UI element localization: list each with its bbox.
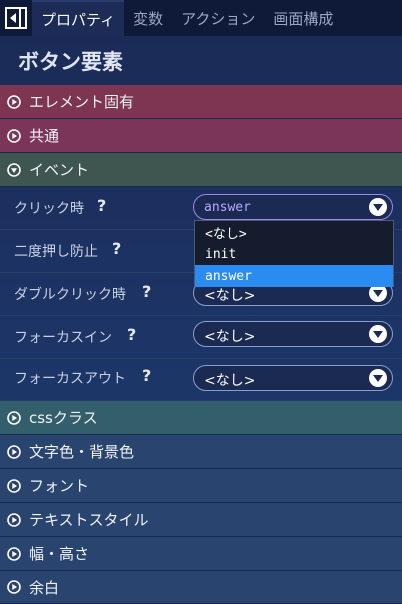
prop-label: ダブルクリック時 <box>14 287 126 303</box>
help-icon[interactable]: ? <box>142 282 151 301</box>
section-label: 余白 <box>29 578 60 597</box>
panel-title: ボタン要素 <box>18 50 123 74</box>
expand-icon <box>7 512 21 527</box>
section-label: 幅・高さ <box>29 545 90 563</box>
help-icon[interactable]: ? <box>97 196 106 215</box>
expand-icon <box>7 478 21 493</box>
on-click-dropdown-list: <なし> init answer <box>194 220 394 287</box>
select-value: <なし> <box>204 329 256 345</box>
section-event[interactable]: イベント <box>0 153 402 187</box>
section-text-style[interactable]: テキストスタイル <box>0 503 402 537</box>
prop-label: クリック時 <box>14 201 84 217</box>
section-margin[interactable]: 余白 <box>0 571 402 604</box>
section-label: フォント <box>29 477 90 495</box>
section-text-bg-color[interactable]: 文字色・背景色 <box>0 435 402 469</box>
section-label: イベント <box>29 161 90 179</box>
chevron-down-icon <box>369 325 387 343</box>
dropdown-option-selected[interactable]: answer <box>195 265 393 287</box>
prop-label: 二度押し防止 <box>14 244 98 260</box>
select-value: answer <box>204 200 251 215</box>
prop-row-focus-in: フォーカスイン ? <なし> <box>0 316 402 359</box>
section-label: cssクラス <box>29 409 98 427</box>
section-label: テキストスタイル <box>29 511 149 529</box>
collapse-panel-icon <box>5 7 27 29</box>
on-click-select[interactable]: answer <box>193 194 393 220</box>
on-focus-in-select[interactable]: <なし> <box>193 321 393 347</box>
chevron-down-icon <box>369 369 387 387</box>
expand-icon <box>7 94 21 109</box>
collapse-panel-button[interactable] <box>0 0 32 36</box>
help-icon[interactable]: ? <box>127 325 136 344</box>
prop-label: フォーカスイン <box>14 330 112 346</box>
tab-properties[interactable]: プロパティ <box>32 0 125 36</box>
prop-row-focus-out: フォーカスアウト ? <なし> <box>0 359 402 401</box>
prop-label: フォーカスアウト <box>14 371 126 387</box>
section-css-class[interactable]: cssクラス <box>0 401 402 435</box>
tab-actions[interactable]: アクション <box>172 0 264 36</box>
section-label: 文字色・背景色 <box>29 443 135 461</box>
select-value: <なし> <box>204 373 256 389</box>
help-icon[interactable]: ? <box>142 366 151 385</box>
chevron-down-icon <box>369 198 387 216</box>
tab-variables[interactable]: 変数 <box>124 0 172 36</box>
section-common[interactable]: 共通 <box>0 119 402 153</box>
section-label: エレメント固有 <box>29 93 135 111</box>
dropdown-option[interactable]: <なし> <box>195 221 393 243</box>
on-focus-out-select[interactable]: <なし> <box>193 365 393 391</box>
section-size[interactable]: 幅・高さ <box>0 537 402 571</box>
collapse-icon <box>7 162 21 177</box>
expand-icon <box>7 128 21 143</box>
expand-icon <box>7 444 21 459</box>
expand-icon <box>7 546 21 561</box>
section-label: 共通 <box>29 127 60 145</box>
section-font[interactable]: フォント <box>0 469 402 503</box>
expand-icon <box>7 580 21 594</box>
tab-screen-structure[interactable]: 画面構成 <box>264 0 342 36</box>
tab-bar: プロパティ 変数 アクション 画面構成 <box>0 0 402 36</box>
select-value: <なし> <box>204 288 256 304</box>
section-element-specific[interactable]: エレメント固有 <box>0 85 402 119</box>
expand-icon <box>7 410 21 425</box>
dropdown-option[interactable]: init <box>195 243 393 265</box>
help-icon[interactable]: ? <box>112 239 121 258</box>
